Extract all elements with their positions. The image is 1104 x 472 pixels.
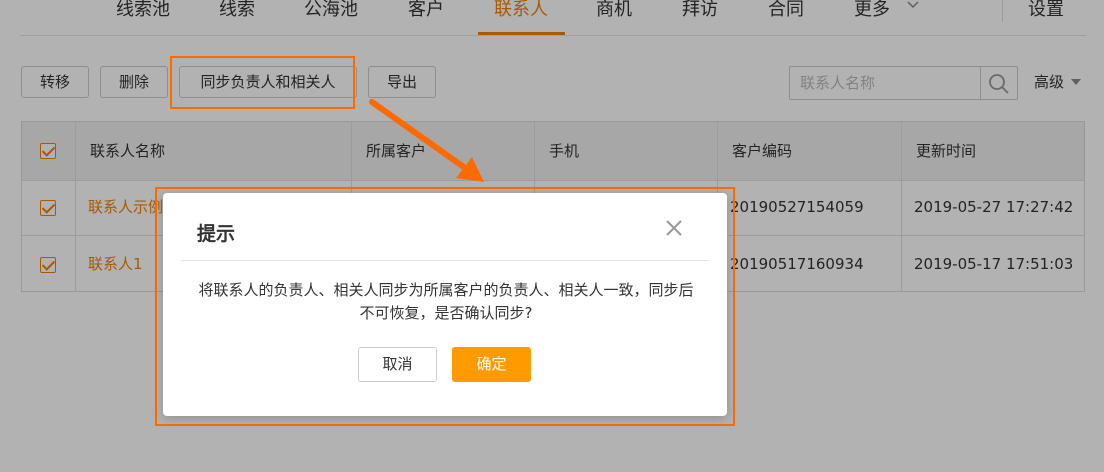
dialog-message-line: 将联系人的负责人、相关人同步为所属客户的负责人、相关人一致，同步后 bbox=[198, 281, 694, 299]
confirm-button[interactable]: 确定 bbox=[452, 347, 531, 382]
dialog-title: 提示 bbox=[197, 223, 236, 245]
cancel-button[interactable]: 取消 bbox=[358, 347, 437, 382]
dialog-message: 将联系人的负责人、相关人同步为所属客户的负责人、相关人一致，同步后 不可恢复，是… bbox=[183, 279, 709, 325]
confirm-dialog: 提示 将联系人的负责人、相关人同步为所属客户的负责人、相关人一致，同步后 不可恢… bbox=[163, 193, 727, 416]
close-icon[interactable] bbox=[663, 217, 685, 239]
dialog-message-line: 不可恢复，是否确认同步? bbox=[359, 304, 533, 322]
dialog-divider bbox=[181, 260, 709, 261]
